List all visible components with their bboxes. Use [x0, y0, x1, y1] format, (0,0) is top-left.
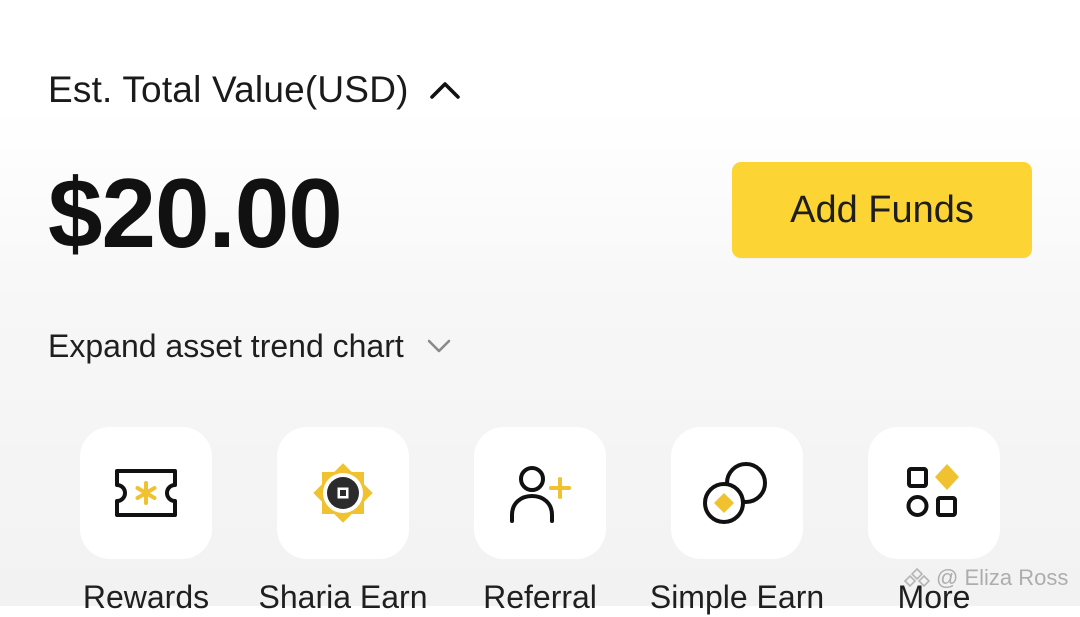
total-value-header[interactable]: Est. Total Value(USD) — [48, 62, 461, 118]
chevron-up-icon[interactable] — [429, 78, 461, 102]
ticket-star-icon — [114, 467, 178, 519]
referral-tile[interactable] — [474, 427, 606, 559]
more-tile[interactable] — [868, 427, 1000, 559]
total-value-title: Est. Total Value(USD) — [48, 69, 409, 110]
rewards-tile[interactable] — [80, 427, 212, 559]
apps-grid-icon — [903, 462, 965, 524]
shortcut-referral[interactable]: Referral — [440, 427, 640, 615]
sharia-earn-tile[interactable] — [277, 427, 409, 559]
watermark-logo-icon — [904, 567, 930, 588]
shortcut-rewards[interactable]: Rewards — [46, 427, 246, 615]
watermark-text: @ Eliza Ross — [936, 565, 1069, 590]
add-funds-button[interactable]: Add Funds — [732, 162, 1032, 258]
total-balance: $20.00 — [48, 158, 343, 268]
chevron-down-icon[interactable] — [426, 337, 452, 355]
expand-trend-label: Expand asset trend chart — [48, 327, 404, 364]
expand-trend-chart-toggle[interactable]: Expand asset trend chart — [48, 322, 452, 370]
shortcut-label-rewards: Rewards — [82, 579, 210, 615]
simple-earn-tile[interactable] — [671, 427, 803, 559]
shortcut-label-simple-earn: Simple Earn — [649, 579, 825, 615]
shortcut-simple-earn[interactable]: Simple Earn — [637, 427, 837, 615]
shortcut-label-referral: Referral — [483, 579, 597, 615]
coins-icon — [702, 461, 772, 525]
watermark: @ Eliza Ross — [904, 563, 1068, 593]
shortcut-sharia-earn[interactable]: Sharia Earn — [243, 427, 443, 615]
sharia-coin-icon — [307, 457, 379, 529]
add-user-icon — [508, 461, 572, 525]
shortcut-label-sharia-earn: Sharia Earn — [258, 579, 428, 615]
